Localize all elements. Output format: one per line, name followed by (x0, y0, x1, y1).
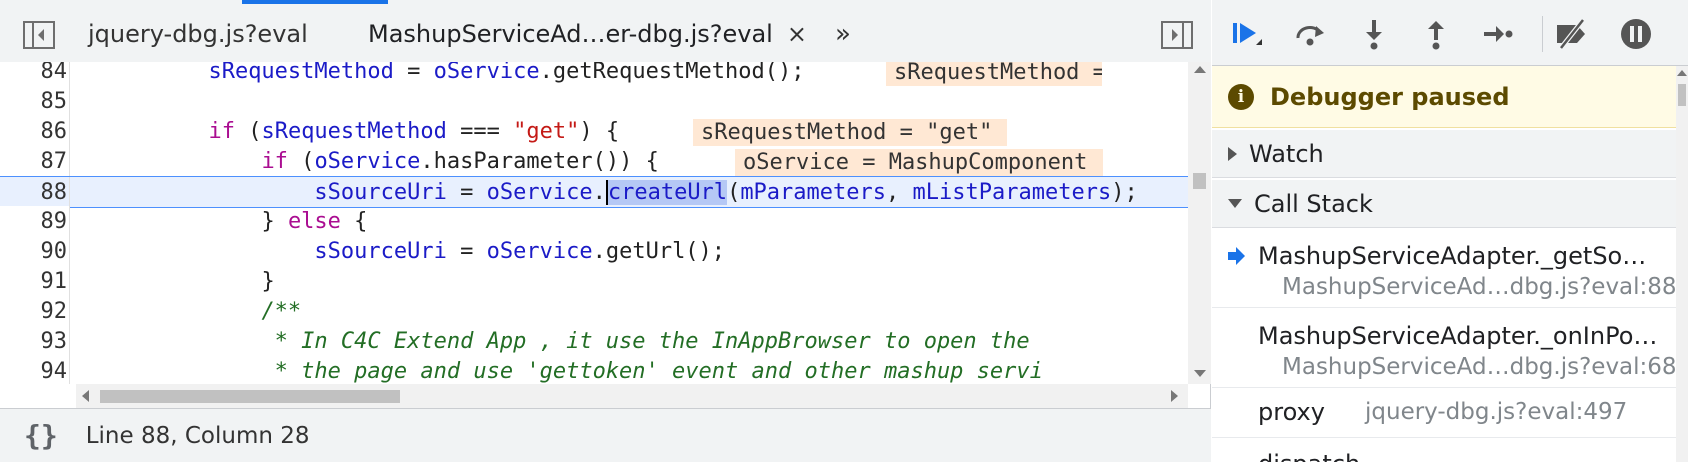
code-text: /** (261, 299, 302, 324)
scroll-left-icon[interactable] (82, 390, 89, 402)
inline-value: sRequestMethod = "get" (886, 62, 1102, 86)
scrollbar-thumb[interactable] (100, 390, 400, 403)
call-frame[interactable]: proxy jquery-dbg.js?eval:497 (1212, 388, 1676, 438)
collapse-triangle-icon (1228, 199, 1242, 208)
line-number[interactable]: 92 (0, 296, 70, 328)
code-editor[interactable]: 84 sRequestMethod = oService.getRequestM… (0, 62, 1211, 384)
call-frame[interactable]: MashupServiceAdapter._onInPo… MashupServ… (1212, 308, 1677, 388)
scroll-down-icon[interactable] (1194, 370, 1206, 377)
frame-function-name: proxy (1258, 398, 1325, 426)
editor-horizontal-scrollbar[interactable] (76, 384, 1188, 408)
code-line[interactable]: 90 sSourceUri = oService.getUrl(); (0, 236, 1188, 268)
editor-status-bar: {} Line 88, Column 28 (0, 408, 1211, 462)
code-text: } (261, 269, 275, 294)
code-text: * In C4C Extend App , it use the InAppBr… (261, 329, 1030, 354)
tab-label: jquery-dbg.js?eval (88, 20, 308, 48)
code-text: if (sRequestMethod === "get") { (208, 119, 620, 144)
tab-jquery-dbg[interactable]: jquery-dbg.js?eval (76, 0, 320, 68)
close-tab-icon[interactable]: × (787, 20, 807, 48)
code-line[interactable]: 86 if (sRequestMethod === "get") { sRequ… (0, 116, 1188, 148)
scroll-up-icon[interactable] (1677, 70, 1687, 76)
line-number[interactable]: 88 (0, 177, 70, 209)
expand-triangle-icon (1228, 146, 1237, 161)
tab-mashup-service-adapter[interactable]: MashupServiceAd…er-dbg.js?eval × (356, 0, 819, 68)
line-number[interactable]: 84 (0, 62, 70, 88)
line-number[interactable]: 85 (0, 86, 70, 118)
editor-vertical-scrollbar[interactable] (1188, 62, 1211, 384)
toolbar-separator (1542, 16, 1543, 52)
debugger-sidebar: i Debugger paused Watch Call Stack Mashu… (1212, 0, 1688, 462)
sidebar-vertical-scrollbar[interactable] (1676, 66, 1688, 462)
code-text: if (oService.hasParameter()) { (261, 149, 659, 174)
scroll-right-icon[interactable] (1171, 390, 1178, 402)
code-line[interactable]: 93 * In C4C Extend App , it use the InAp… (0, 326, 1188, 358)
frame-function-name: MashupServiceAdapter._getSo… (1258, 242, 1647, 270)
editor-tab-bar: jquery-dbg.js?eval MashupServiceAd…er-db… (0, 0, 1211, 68)
section-label: Call Stack (1254, 189, 1373, 218)
editor-pane: jquery-dbg.js?eval MashupServiceAd…er-db… (0, 0, 1211, 462)
line-number[interactable]: 90 (0, 236, 70, 268)
scroll-up-icon[interactable] (1194, 66, 1206, 73)
pretty-print-icon[interactable]: {} (24, 419, 58, 452)
current-frame-arrow-icon (1226, 246, 1246, 270)
step-out-icon[interactable] (1416, 14, 1456, 54)
deactivate-breakpoints-icon[interactable] (1552, 14, 1592, 54)
code-line[interactable]: 84 sRequestMethod = oService.getRequestM… (0, 62, 1188, 88)
line-number[interactable]: 89 (0, 206, 70, 238)
line-number[interactable]: 86 (0, 116, 70, 148)
tab-label: MashupServiceAd…er-dbg.js?eval (368, 20, 773, 48)
cursor-position: Line 88, Column 28 (85, 422, 310, 449)
toggle-navigator-icon[interactable] (22, 20, 56, 50)
debugger-toolbar (1212, 0, 1688, 66)
call-frame-current[interactable]: MashupServiceAdapter._getSo… MashupServi… (1212, 228, 1677, 308)
line-number[interactable]: 87 (0, 146, 70, 178)
code-text: sSourceUri = oService.getUrl(); (314, 239, 726, 264)
inline-value: sRequestMethod = "get" (693, 119, 1007, 146)
step-icon[interactable] (1478, 14, 1518, 54)
watch-section-header[interactable]: Watch (1212, 130, 1676, 178)
frame-location[interactable]: MashupServiceAd…dbg.js?eval:68 (1282, 354, 1677, 380)
call-stack-section-header[interactable]: Call Stack (1212, 180, 1676, 228)
inline-value: oService = MashupComponent (735, 149, 1103, 176)
code-line[interactable]: 91 } (0, 266, 1188, 298)
code-text: * the page and use 'gettoken' event and … (261, 359, 1043, 384)
scrollbar-thumb[interactable] (1193, 173, 1206, 189)
more-tabs-icon[interactable]: » (826, 18, 860, 50)
frame-location[interactable]: jquery-dbg.js?eval:497 (1365, 399, 1627, 425)
line-number[interactable]: 93 (0, 326, 70, 358)
frame-function-name: dispatch (1258, 450, 1360, 462)
debugger-paused-banner: i Debugger paused (1212, 66, 1676, 128)
code-text: sSourceUri = oService.createUrl(mParamet… (314, 180, 1138, 205)
section-label: Watch (1249, 139, 1324, 168)
pause-on-exceptions-icon[interactable] (1616, 14, 1656, 54)
resume-icon[interactable] (1226, 14, 1266, 54)
step-over-icon[interactable] (1290, 14, 1330, 54)
call-frame[interactable]: dispatch (1212, 438, 1676, 462)
scrollbar-thumb[interactable] (1678, 84, 1686, 106)
frame-function-name: MashupServiceAdapter._onInPo… (1258, 322, 1658, 350)
current-execution-line[interactable]: 88 sSourceUri = oService.createUrl(mPara… (0, 176, 1188, 209)
info-icon: i (1228, 83, 1254, 110)
code-line[interactable]: 87 if (oService.hasParameter()) { oServi… (0, 146, 1188, 178)
code-line[interactable]: 85 (0, 86, 1188, 118)
code-line[interactable]: 92 /** (0, 296, 1188, 328)
frame-location[interactable]: MashupServiceAd…dbg.js?eval:88 (1282, 274, 1677, 300)
code-text: sRequestMethod = oService.getRequestMeth… (208, 62, 805, 84)
step-into-icon[interactable] (1354, 14, 1394, 54)
code-text: } else { (261, 209, 368, 234)
selected-text: createUrl (605, 180, 728, 205)
paused-message: Debugger paused (1270, 82, 1510, 111)
code-line[interactable]: 94 * the page and use 'gettoken' event a… (0, 356, 1188, 384)
line-number[interactable]: 91 (0, 266, 70, 298)
line-number[interactable]: 94 (0, 356, 70, 384)
code-line[interactable]: 89 } else { (0, 206, 1188, 238)
toggle-debugger-icon[interactable] (1160, 20, 1194, 50)
